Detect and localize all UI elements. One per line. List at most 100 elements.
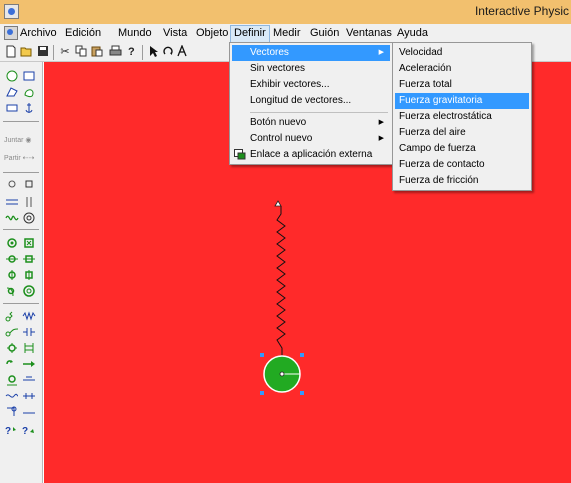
- polygon-tool-icon[interactable]: [4, 86, 20, 100]
- control-tool-icon[interactable]: ?: [21, 424, 37, 438]
- split-label: Partir: [4, 155, 21, 162]
- print-icon[interactable]: [108, 45, 122, 59]
- submenu-item-fuerza-gravitatoria[interactable]: Fuerza gravitatoria: [395, 93, 529, 109]
- circle-tool-icon[interactable]: [4, 70, 20, 84]
- spring-tool-icon[interactable]: [4, 212, 20, 226]
- curved-body-tool-icon[interactable]: [21, 86, 37, 100]
- menu-item-control-nuevo[interactable]: Control nuevo ▶: [232, 131, 390, 147]
- square-tool-icon[interactable]: [4, 102, 20, 116]
- button-tool-icon[interactable]: ?: [4, 424, 20, 438]
- menu-item-vectores[interactable]: Vectores ▶: [232, 45, 390, 61]
- anchor-point[interactable]: [274, 200, 282, 207]
- submenu-item-fuerza-contacto[interactable]: Fuerza de contacto: [395, 157, 529, 173]
- app-icon[interactable]: [4, 4, 19, 19]
- point-element-icon[interactable]: [4, 178, 20, 192]
- gear-constraint-icon[interactable]: [4, 342, 20, 356]
- motor-joint-icon[interactable]: [4, 253, 20, 267]
- separator-constraint-icon[interactable]: [21, 326, 37, 340]
- menu-item-label: Botón nuevo: [250, 117, 307, 128]
- damper-icon[interactable]: [21, 310, 37, 324]
- curved-slot-icon[interactable]: [4, 285, 20, 299]
- menu-mundo[interactable]: Mundo: [118, 26, 152, 42]
- external-link-icon: [234, 149, 246, 160]
- tool-palette: Juntar ◉ Partir ⇠⇢ ? ?: [0, 62, 43, 483]
- menu-medir[interactable]: Medir: [273, 26, 301, 42]
- motor-icon[interactable]: [4, 374, 20, 388]
- pulley-rope-icon[interactable]: [4, 406, 20, 420]
- menu-edicion[interactable]: Edición: [65, 26, 101, 42]
- submenu-arrow-icon: ▶: [378, 49, 384, 56]
- menu-item-enlace-externa[interactable]: Enlace a aplicación externa: [232, 147, 390, 163]
- open-icon[interactable]: [20, 45, 34, 59]
- cut-icon[interactable]: ✂: [58, 45, 72, 59]
- rope-tool-icon[interactable]: [21, 196, 37, 210]
- new-icon[interactable]: [4, 45, 18, 59]
- spring-constraint-icon[interactable]: [4, 310, 20, 324]
- menu-item-label: Sin vectores: [250, 63, 306, 74]
- menu-bar: Archivo Edición Mundo Vista Objeto Defin…: [0, 24, 571, 43]
- pin-joint-icon[interactable]: [4, 237, 20, 251]
- rigid-joint-icon[interactable]: [21, 237, 37, 251]
- menu-item-label: Longitud de vectores...: [250, 95, 352, 106]
- svg-text:?: ?: [5, 426, 11, 436]
- slot-tool-icon[interactable]: [21, 390, 37, 404]
- save-icon[interactable]: [36, 45, 50, 59]
- split-button[interactable]: Partir ⇠⇢: [4, 154, 34, 162]
- menu-item-label: Exhibir vectores...: [250, 79, 330, 90]
- menu-item-longitud-vectores[interactable]: Longitud de vectores...: [232, 93, 390, 109]
- submenu-item-aceleracion[interactable]: Aceleración: [395, 61, 529, 77]
- actuator-joint-icon[interactable]: [21, 253, 37, 267]
- arrow-tool-icon[interactable]: [146, 45, 160, 59]
- menu-ayuda[interactable]: Ayuda: [397, 26, 428, 42]
- slot-joint-icon[interactable]: [4, 269, 20, 283]
- rope-constraint-icon[interactable]: [4, 326, 20, 340]
- force-tool-icon[interactable]: [4, 358, 20, 372]
- text-tool-icon[interactable]: [175, 44, 189, 59]
- menu-ventanas[interactable]: Ventanas: [346, 26, 392, 42]
- menu-vista[interactable]: Vista: [163, 26, 187, 42]
- spring[interactable]: [276, 206, 286, 373]
- menu-definir[interactable]: Definir: [230, 25, 270, 43]
- rotate-tool-icon[interactable]: [161, 45, 175, 59]
- actuator-icon[interactable]: [21, 374, 37, 388]
- rectangle-tool-icon[interactable]: [21, 70, 37, 84]
- submenu-item-fuerza-aire[interactable]: Fuerza del aire: [395, 125, 529, 141]
- paste-icon[interactable]: [90, 45, 104, 59]
- menu-item-boton-nuevo[interactable]: Botón nuevo ▶: [232, 115, 390, 131]
- toolbar-separator: [142, 45, 143, 60]
- pulley-tool-icon[interactable]: [21, 212, 37, 226]
- rod-tool-icon[interactable]: [4, 196, 20, 210]
- palette-separator: [3, 121, 39, 122]
- help-icon[interactable]: ?: [124, 45, 138, 59]
- menu-item-label: Enlace a aplicación externa: [250, 149, 373, 160]
- submenu-item-velocidad[interactable]: Velocidad: [395, 45, 529, 61]
- torque-tool-icon[interactable]: [21, 358, 37, 372]
- palette-separator: [3, 303, 39, 304]
- ball[interactable]: [263, 355, 301, 393]
- anchor-tool-icon[interactable]: [21, 102, 37, 116]
- curve-tool-icon[interactable]: [4, 390, 20, 404]
- menu-objeto[interactable]: Objeto: [196, 26, 228, 42]
- line-tool-icon[interactable]: [21, 406, 37, 420]
- submenu-item-campo-fuerza[interactable]: Campo de fuerza: [395, 141, 529, 157]
- menu-item-label: Vectores: [250, 47, 289, 58]
- document-icon[interactable]: [4, 26, 18, 40]
- definir-menu: Vectores ▶ Sin vectores Exhibir vectores…: [229, 42, 393, 165]
- vectores-submenu: Velocidad Aceleración Fuerza total Fuerz…: [392, 42, 532, 191]
- submenu-arrow-icon: ▶: [378, 119, 384, 126]
- copy-icon[interactable]: [74, 45, 88, 59]
- curved-keyed-slot-icon[interactable]: [21, 285, 37, 299]
- svg-text:?: ?: [128, 46, 135, 57]
- menu-item-exhibir-vectores[interactable]: Exhibir vectores...: [232, 77, 390, 93]
- menu-archivo[interactable]: Archivo: [20, 26, 57, 42]
- square-point-icon[interactable]: [21, 178, 37, 192]
- submenu-item-fuerza-total[interactable]: Fuerza total: [395, 77, 529, 93]
- keyed-slot-icon[interactable]: [21, 269, 37, 283]
- submenu-item-fuerza-electrostatica[interactable]: Fuerza electrostática: [395, 109, 529, 125]
- submenu-item-fuerza-friccion[interactable]: Fuerza de fricción: [395, 173, 529, 189]
- submenu-arrow-icon: ▶: [378, 135, 384, 142]
- menu-item-sin-vectores[interactable]: Sin vectores: [232, 61, 390, 77]
- menu-guion[interactable]: Guión: [310, 26, 339, 42]
- join-button[interactable]: Juntar ◉: [4, 136, 32, 144]
- ladder-constraint-icon[interactable]: [21, 342, 37, 356]
